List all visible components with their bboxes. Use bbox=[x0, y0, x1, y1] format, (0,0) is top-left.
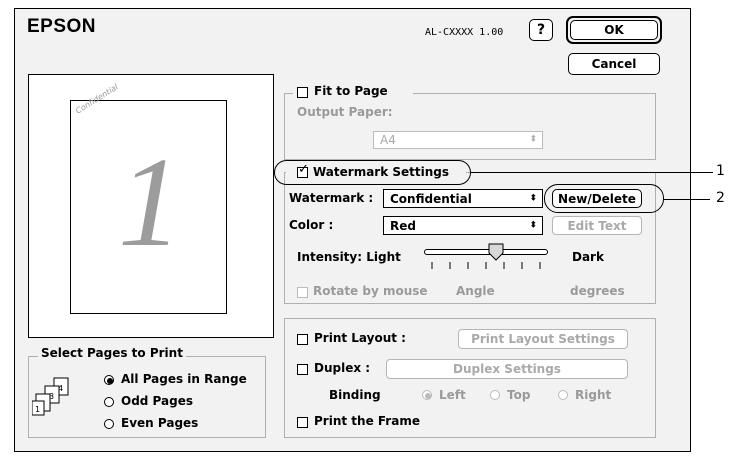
watermark-value: Confidential bbox=[390, 191, 472, 206]
binding-right-radio[interactable] bbox=[558, 390, 568, 400]
cancel-button[interactable]: Cancel bbox=[568, 53, 660, 75]
radio-odd-pages[interactable] bbox=[104, 397, 114, 407]
angle-label: Angle bbox=[456, 284, 495, 298]
output-paper-value: A4 bbox=[380, 133, 396, 147]
new-delete-button[interactable]: New/Delete bbox=[552, 189, 642, 208]
preview-page-number: 1 bbox=[118, 131, 182, 273]
select-arrows-icon: ⬍ bbox=[529, 220, 537, 230]
fit-to-page-checkbox[interactable] bbox=[297, 87, 308, 98]
fit-to-page-group bbox=[284, 93, 656, 160]
print-layout-settings-button[interactable]: Print Layout Settings bbox=[458, 329, 628, 349]
intensity-slider-track[interactable] bbox=[424, 249, 548, 255]
watermark-settings-label: Watermark Settings bbox=[313, 165, 450, 179]
intensity-ticks bbox=[431, 262, 541, 269]
print-layout-label: Print Layout : bbox=[314, 331, 406, 345]
radio-even-pages[interactable] bbox=[104, 419, 114, 429]
callout-1-line bbox=[471, 172, 713, 173]
color-value: Red bbox=[390, 218, 416, 233]
rotate-checkbox[interactable] bbox=[297, 287, 308, 298]
rotate-label: Rotate by mouse bbox=[313, 284, 428, 298]
select-arrows-icon: ⬍ bbox=[529, 134, 537, 145]
binding-label: Binding bbox=[329, 388, 381, 402]
radio-all-pages-dot bbox=[107, 378, 113, 384]
duplex-label: Duplex : bbox=[314, 361, 371, 375]
svg-text:1: 1 bbox=[35, 405, 40, 414]
print-frame-checkbox[interactable] bbox=[297, 417, 308, 428]
model-version: AL-CXXXX 1.00 bbox=[425, 27, 504, 38]
duplex-settings-button[interactable]: Duplex Settings bbox=[386, 359, 628, 379]
select-arrows-icon: ⬍ bbox=[529, 193, 537, 203]
color-select[interactable]: Red ⬍ bbox=[383, 216, 543, 235]
watermark-label: Watermark : bbox=[289, 191, 374, 205]
binding-left-label: Left bbox=[439, 388, 466, 402]
print-layout-checkbox[interactable] bbox=[297, 334, 308, 345]
binding-top-radio[interactable] bbox=[490, 390, 500, 400]
intensity-slider-thumb[interactable] bbox=[487, 243, 505, 261]
duplex-checkbox[interactable] bbox=[297, 364, 308, 375]
pages-stack-icon: 4 3 2 1 bbox=[32, 377, 69, 416]
brand-logo: EPSON bbox=[27, 16, 97, 37]
callout-2-line bbox=[664, 199, 710, 200]
help-button[interactable]: ? bbox=[529, 19, 553, 41]
output-paper-select[interactable]: A4 ⬍ bbox=[373, 131, 543, 149]
binding-right-label: Right bbox=[575, 388, 612, 402]
radio-even-pages-label: Even Pages bbox=[121, 416, 199, 430]
watermark-select[interactable]: Confidential ⬍ bbox=[383, 189, 543, 208]
select-pages-title: Select Pages to Print bbox=[38, 346, 186, 360]
intensity-dark-label: Dark bbox=[572, 250, 604, 264]
radio-all-pages-label: All Pages in Range bbox=[121, 372, 247, 386]
intensity-label: Intensity: Light bbox=[297, 250, 401, 264]
radio-odd-pages-label: Odd Pages bbox=[121, 394, 193, 408]
ok-button[interactable]: OK bbox=[570, 20, 658, 40]
callout-2-number: 2 bbox=[716, 190, 725, 206]
output-paper-label: Output Paper: bbox=[297, 105, 393, 119]
fit-to-page-label: Fit to Page bbox=[314, 84, 388, 98]
callout-1-number: 1 bbox=[716, 163, 725, 179]
checkmark-icon: ✓ bbox=[298, 162, 309, 177]
color-label: Color : bbox=[289, 218, 334, 232]
binding-top-label: Top bbox=[507, 388, 531, 402]
edit-text-button[interactable]: Edit Text bbox=[552, 216, 642, 235]
binding-left-radio-dot bbox=[425, 393, 431, 399]
print-frame-label: Print the Frame bbox=[314, 414, 420, 428]
degrees-label: degrees bbox=[570, 284, 625, 298]
